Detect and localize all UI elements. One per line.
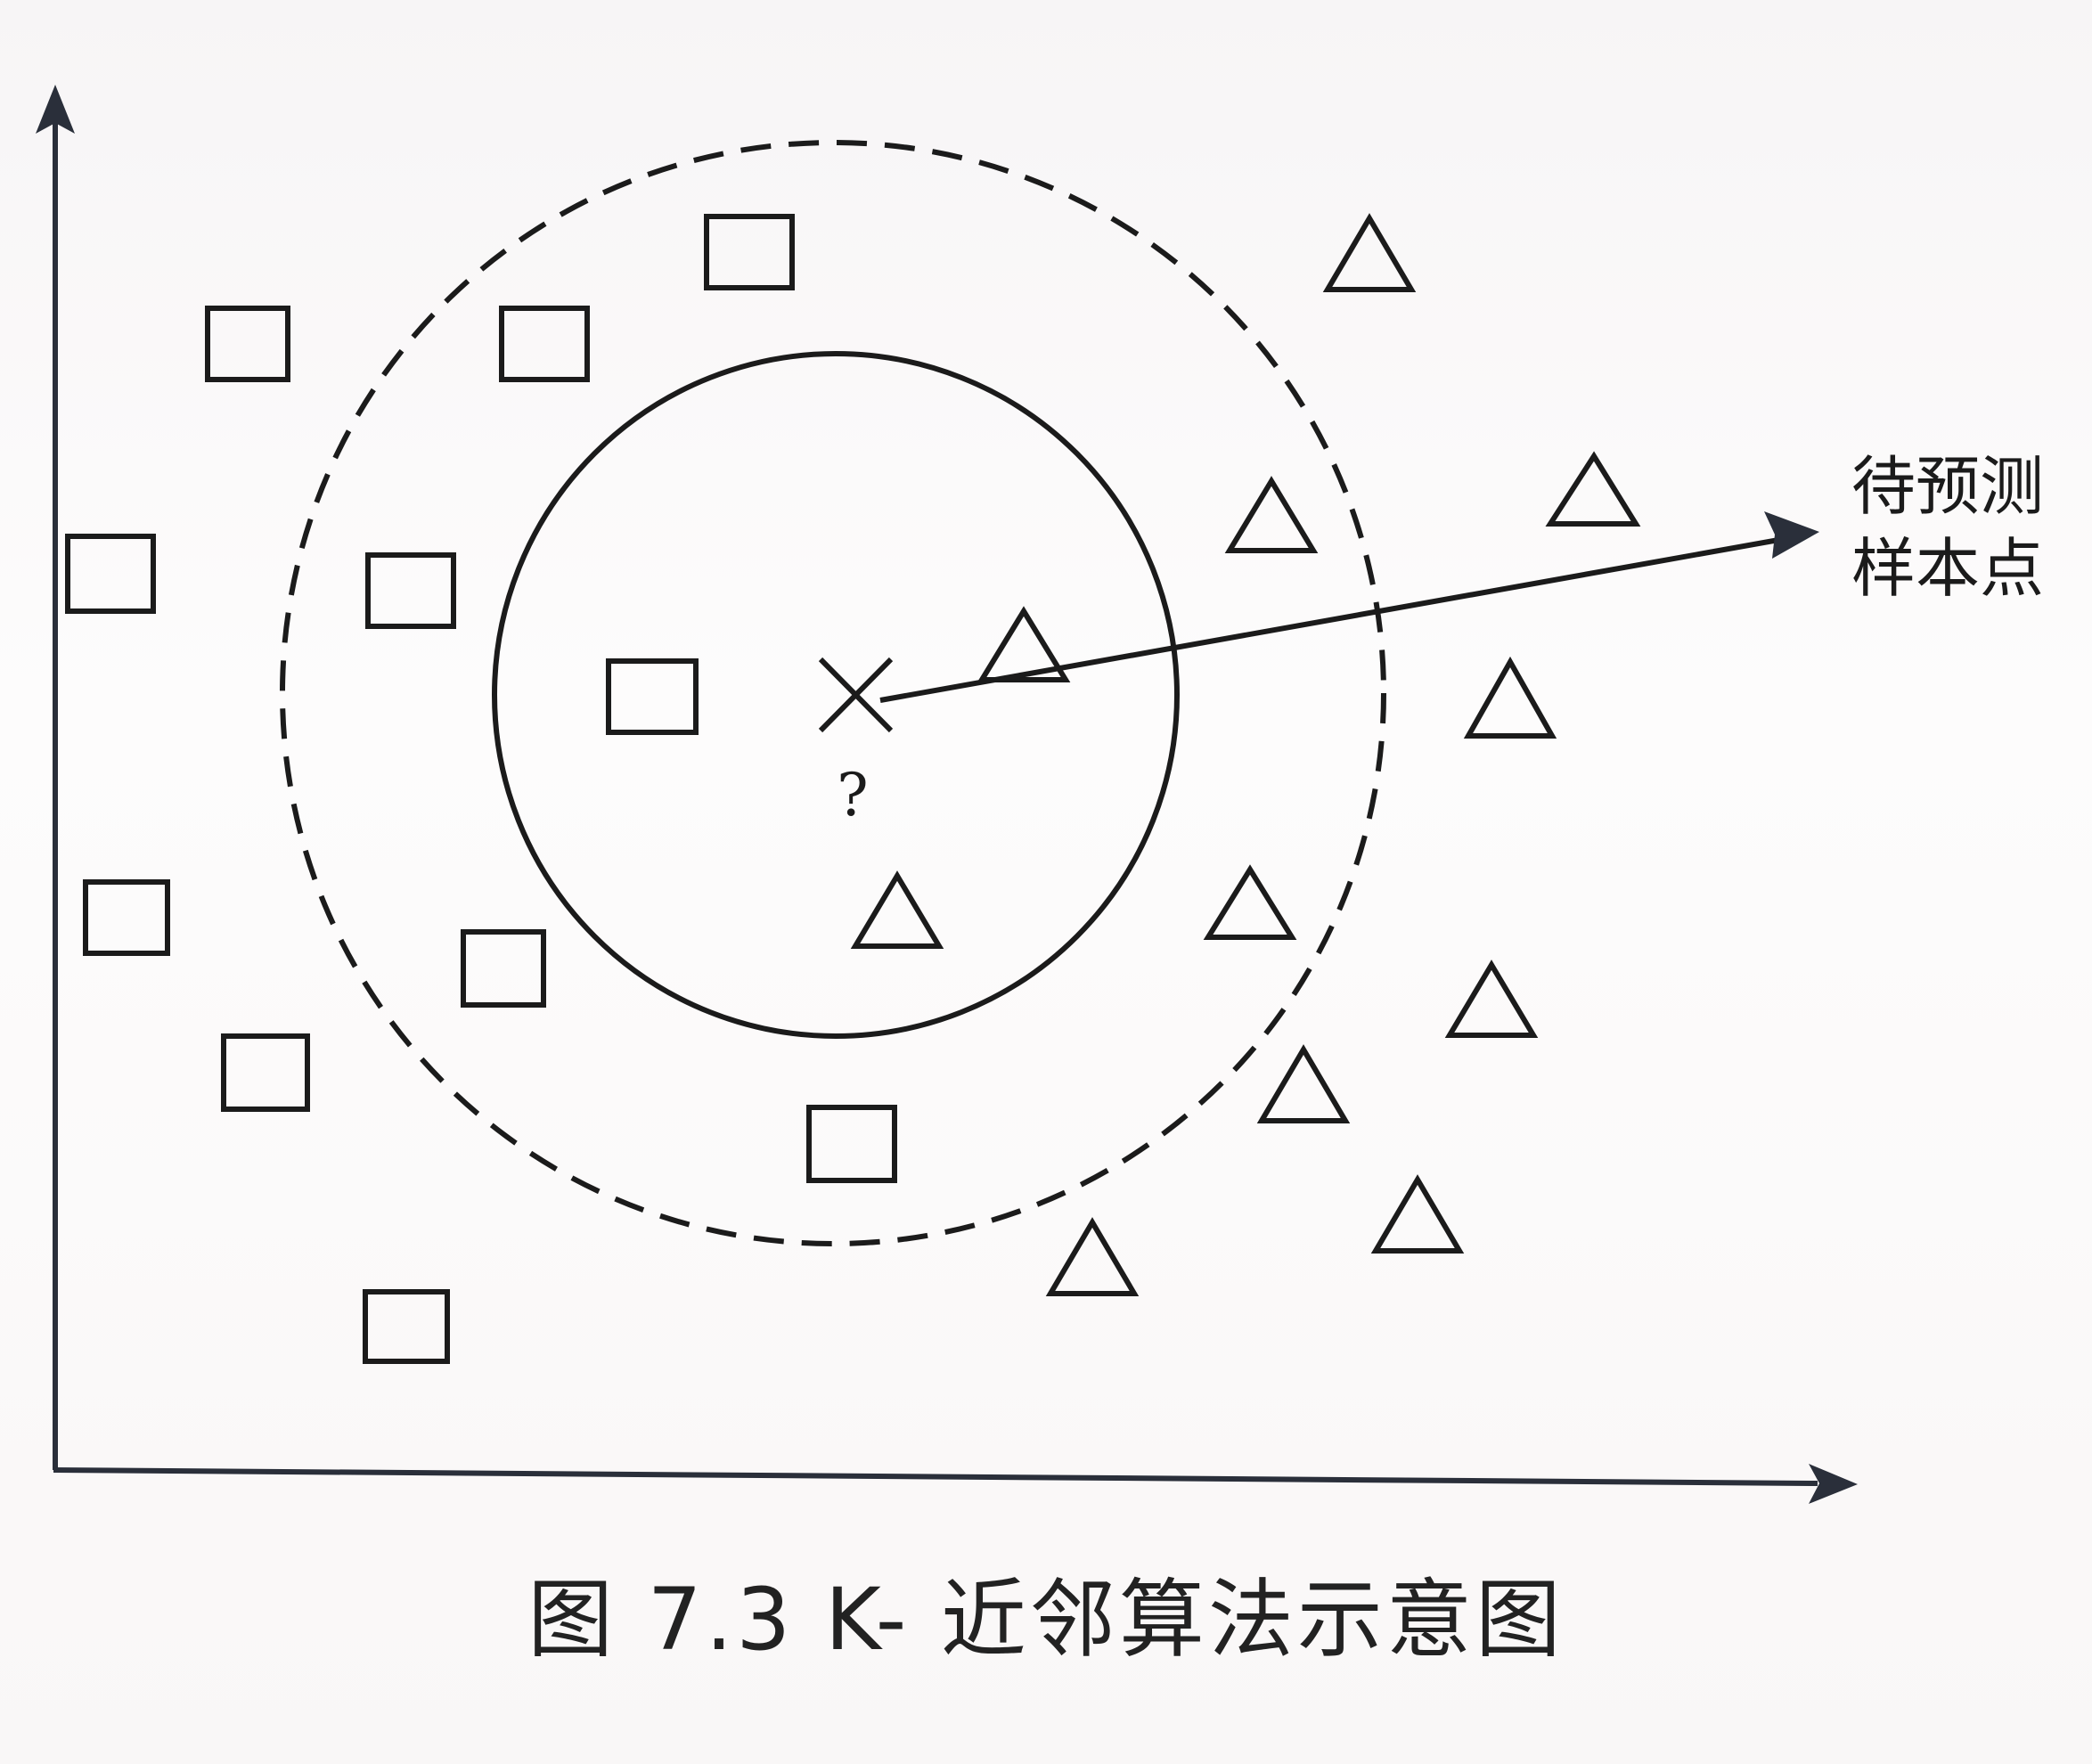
query-question-mark: ?	[837, 761, 868, 829]
triangle-point	[1256, 1044, 1351, 1123]
square-point	[365, 552, 456, 629]
triangle-point	[1370, 1174, 1465, 1254]
knn-figure: ? 待预测 样本点 图 7.3 K- 近邻算法示意图	[0, 0, 2092, 1764]
solid-neighborhood-circle	[492, 351, 1180, 1039]
triangle-point	[1203, 864, 1297, 940]
square-point	[806, 1105, 897, 1183]
annotation-line-2: 样本点	[1851, 531, 2045, 606]
square-point	[704, 214, 795, 290]
annotation-line-1: 待预测	[1851, 449, 2045, 524]
triangle-point	[1463, 656, 1557, 739]
query-annotation: 待预测 样本点	[1851, 445, 2092, 609]
square-point	[606, 658, 699, 735]
square-point	[65, 534, 156, 614]
class-a-points	[65, 214, 897, 1364]
neighborhoods	[280, 140, 1386, 1246]
axes	[36, 85, 1858, 1504]
square-point	[499, 306, 590, 382]
triangle-point	[1322, 213, 1417, 292]
triangle-point	[1444, 960, 1539, 1038]
dashed-neighborhood-circle	[280, 140, 1386, 1246]
square-point	[83, 879, 170, 956]
square-point	[221, 1033, 310, 1112]
triangle-point	[1545, 451, 1641, 527]
square-point	[461, 929, 546, 1008]
triangle-point	[850, 870, 944, 949]
annotation-arrowhead	[1764, 511, 1819, 559]
x-axis	[53, 1467, 1818, 1486]
square-point	[363, 1289, 450, 1364]
query-point	[818, 657, 894, 733]
triangle-point	[1045, 1217, 1140, 1296]
figure-caption: 图 7.3 K- 近邻算法示意图	[527, 1570, 1565, 1670]
square-point	[205, 306, 290, 382]
knn-diagram: ?	[36, 85, 1858, 1504]
triangle-point	[1224, 476, 1319, 553]
